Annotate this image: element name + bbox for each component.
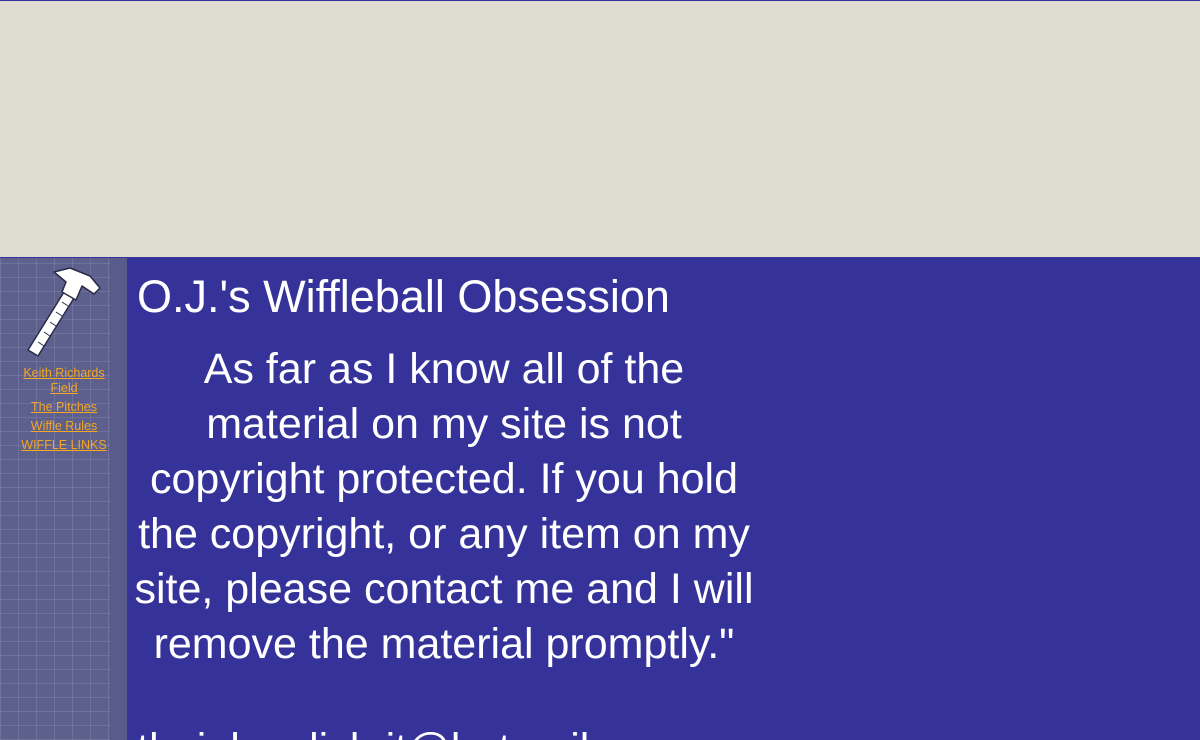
top-banner-area (0, 0, 1200, 258)
contact-email: theiglzoolich.it@hotmail.com (137, 722, 683, 740)
sidebar: Keith Richards Field The Pitches Wiffle … (0, 258, 127, 740)
copyright-notice: As far as I know all of the material on … (134, 345, 754, 668)
nav-link-the-pitches[interactable]: The Pitches (20, 400, 108, 415)
hammer-icon (27, 267, 101, 357)
main-content: O.J.'s Wiffleball Obsession As far as I … (127, 258, 1200, 740)
nav-link-wiffle-links[interactable]: WIFFLE LINKS (20, 438, 108, 453)
nav-link-wiffle-rules[interactable]: Wiffle Rules (20, 419, 108, 434)
sidebar-edge (110, 258, 127, 740)
nav-link-keith-richards-field[interactable]: Keith Richards Field (20, 366, 108, 396)
page-title: O.J.'s Wiffleball Obsession (137, 271, 670, 322)
sidebar-nav: Keith Richards Field The Pitches Wiffle … (20, 366, 108, 457)
